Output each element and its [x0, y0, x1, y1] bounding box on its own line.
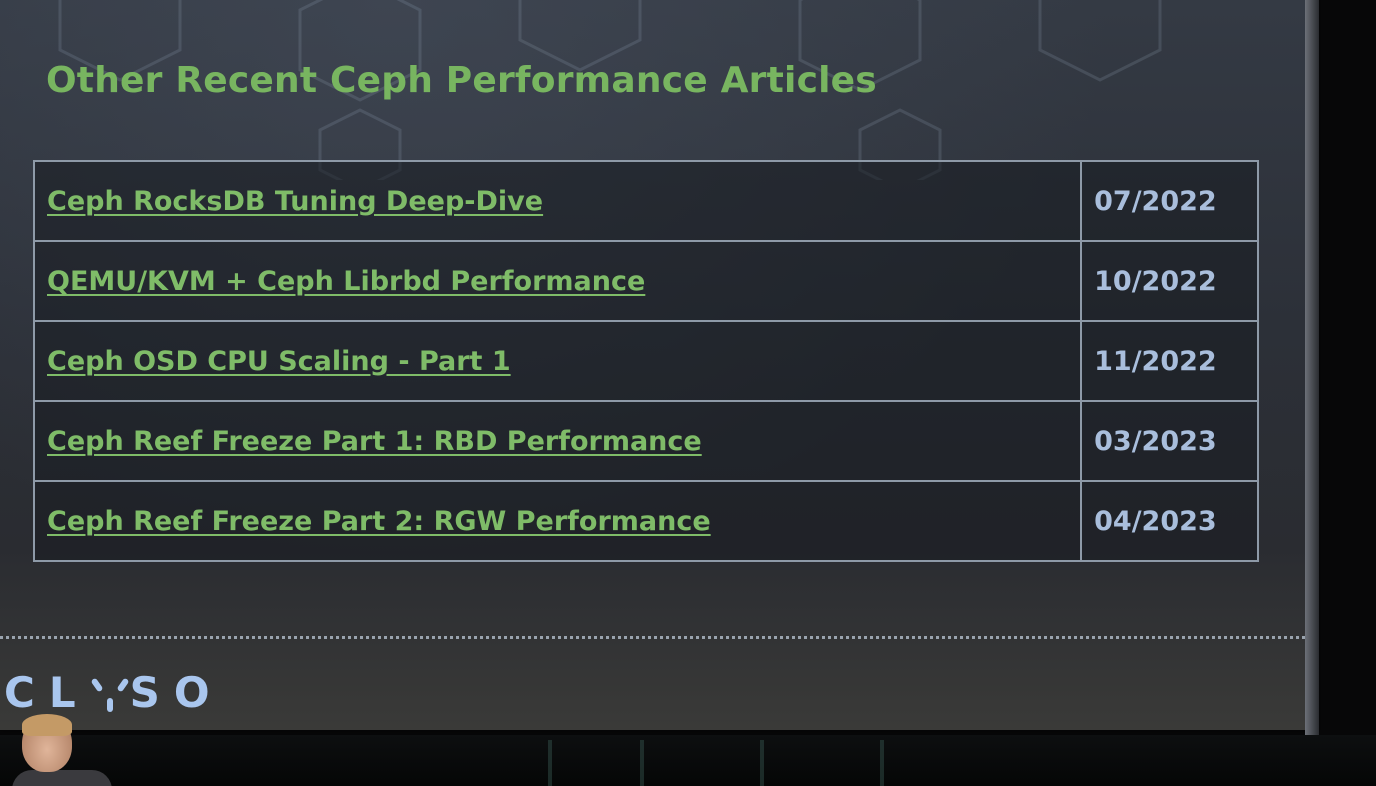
- stage-light: [548, 740, 552, 786]
- table-row: Ceph Reef Freeze Part 1: RBD Performance…: [32, 400, 1259, 482]
- article-link[interactable]: Ceph OSD CPU Scaling - Part 1: [47, 346, 511, 377]
- article-date: 04/2023: [1094, 505, 1217, 537]
- article-date-cell: 03/2023: [1080, 400, 1259, 482]
- stage-light: [880, 740, 884, 786]
- article-date: 10/2022: [1094, 265, 1217, 297]
- footer-divider: [0, 636, 1305, 639]
- article-title-cell: Ceph Reef Freeze Part 2: RGW Performance: [32, 480, 1083, 562]
- stage-light: [760, 740, 764, 786]
- article-title-cell: Ceph RocksDB Tuning Deep-Dive: [32, 160, 1083, 242]
- logo-text-right: SO: [129, 668, 224, 717]
- article-link[interactable]: Ceph Reef Freeze Part 2: RGW Performance: [47, 506, 711, 537]
- article-date: 07/2022: [1094, 185, 1217, 217]
- video-frame: Other Recent Ceph Performance Articles C…: [0, 0, 1376, 786]
- clyso-logo: CL SO: [4, 668, 224, 717]
- table-row: Ceph Reef Freeze Part 2: RGW Performance…: [32, 480, 1259, 562]
- article-title-cell: QEMU/KVM + Ceph Librbd Performance: [32, 240, 1083, 322]
- presenter-hair: [22, 714, 72, 736]
- article-date-cell: 04/2023: [1080, 480, 1259, 562]
- article-link[interactable]: QEMU/KVM + Ceph Librbd Performance: [47, 266, 645, 297]
- articles-table: Ceph RocksDB Tuning Deep-Dive 07/2022 QE…: [32, 160, 1259, 562]
- table-row: Ceph OSD CPU Scaling - Part 1 11/2022: [32, 320, 1259, 402]
- table-row: Ceph RocksDB Tuning Deep-Dive 07/2022: [32, 160, 1259, 242]
- article-link[interactable]: Ceph RocksDB Tuning Deep-Dive: [47, 186, 543, 217]
- stage-floor: [0, 735, 1376, 786]
- article-date-cell: 07/2022: [1080, 160, 1259, 242]
- screen-edge: [1305, 0, 1319, 735]
- presenter-body: [12, 770, 112, 786]
- article-date: 11/2022: [1094, 345, 1217, 377]
- article-date: 03/2023: [1094, 425, 1217, 457]
- article-date-cell: 10/2022: [1080, 240, 1259, 322]
- slide-title: Other Recent Ceph Performance Articles: [46, 60, 877, 101]
- article-title-cell: Ceph Reef Freeze Part 1: RBD Performance: [32, 400, 1083, 482]
- table-row: QEMU/KVM + Ceph Librbd Performance 10/20…: [32, 240, 1259, 322]
- article-date-cell: 11/2022: [1080, 320, 1259, 402]
- article-link[interactable]: Ceph Reef Freeze Part 1: RBD Performance: [47, 426, 702, 457]
- presenter-figure: [12, 712, 112, 786]
- logo-text-left: CL: [4, 668, 90, 717]
- article-title-cell: Ceph OSD CPU Scaling - Part 1: [32, 320, 1083, 402]
- presentation-slide: Other Recent Ceph Performance Articles C…: [0, 0, 1312, 730]
- stage-light: [640, 740, 644, 786]
- logo-mark-icon: [90, 676, 130, 716]
